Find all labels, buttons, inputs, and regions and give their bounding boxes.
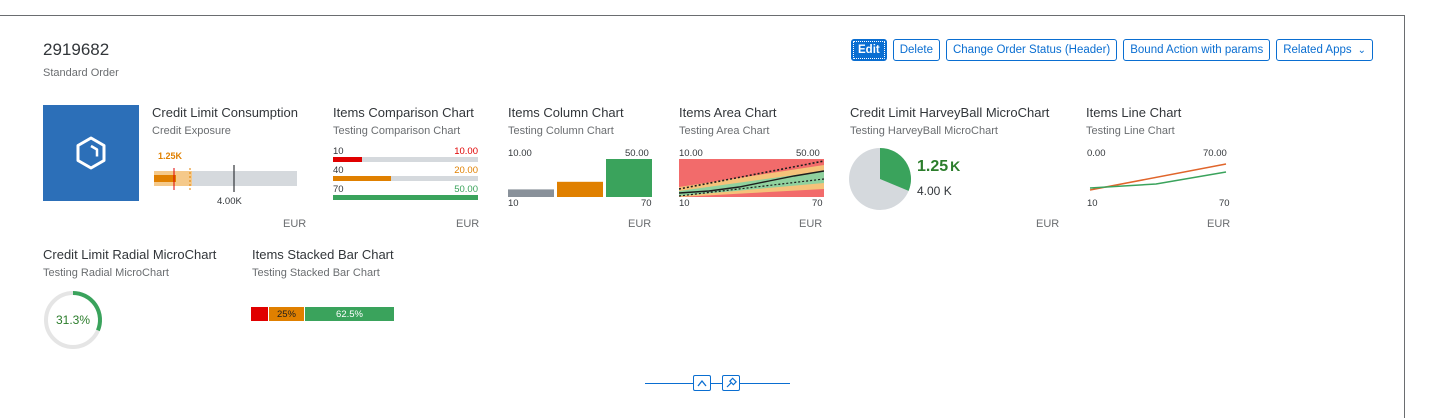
- radial-value: 31.3%: [55, 313, 91, 327]
- card-subtitle: Testing Radial MicroChart: [43, 267, 169, 279]
- column-top-right: 50.00: [625, 148, 649, 159]
- line-chart: [1089, 163, 1227, 191]
- credit-limit-unit: EUR: [283, 218, 307, 230]
- credit-limit-actual-bar: [154, 175, 176, 182]
- bound-action-button[interactable]: Bound Action with params: [1123, 39, 1271, 61]
- comparison-rows: 10 10.00 40 20.00 70 50.00: [333, 146, 478, 203]
- comparison-row-bar: [333, 195, 478, 200]
- comparison-row-value: 20.00: [454, 165, 478, 176]
- card-title: Items Area Chart: [679, 105, 777, 120]
- card-subtitle: Testing Comparison Chart: [333, 125, 461, 137]
- pin-header-button[interactable]: [722, 375, 740, 391]
- card-title: Items Line Chart: [1086, 105, 1182, 120]
- comparison-row-track: [333, 157, 478, 162]
- card-subtitle: Testing Line Chart: [1086, 125, 1175, 137]
- area-unit: EUR: [799, 218, 823, 230]
- area-top-right: 50.00: [796, 148, 820, 159]
- page-title: 2919682: [43, 40, 110, 59]
- area-top-left: 10.00: [679, 148, 703, 159]
- header-actions: Edit Delete Change Order Status (Header)…: [851, 39, 1374, 61]
- card-title: Items Column Chart: [508, 105, 624, 120]
- card-subtitle: Credit Exposure: [152, 125, 231, 137]
- header-divider: [0, 15, 1405, 16]
- related-apps-label: Related Apps: [1283, 44, 1352, 56]
- harvey-value: 1.25 K: [917, 158, 961, 175]
- page-subtitle: Standard Order: [43, 67, 119, 79]
- comparison-row-label: 70: [333, 184, 344, 195]
- card-stacked-bar[interactable]: Items Stacked Bar Chart Testing Stacked …: [252, 247, 394, 279]
- card-radial[interactable]: Credit Limit Radial MicroChart Testing R…: [43, 247, 216, 279]
- card-items-comparison[interactable]: Items Comparison Chart Testing Compariso…: [333, 105, 474, 137]
- column-chart: [508, 159, 652, 197]
- line-bottom-right: 70: [1219, 198, 1230, 209]
- column-bottom-left: 10: [508, 198, 519, 209]
- area-bottom-left: 10: [679, 198, 690, 209]
- line-bottom-left: 10: [1087, 198, 1098, 209]
- object-image: [43, 105, 139, 201]
- comparison-unit: EUR: [456, 218, 480, 230]
- card-subtitle: Testing Area Chart: [679, 125, 770, 137]
- scrollbar-edge: [1404, 15, 1405, 418]
- column-bottom-right: 70: [641, 198, 652, 209]
- comparison-row-bar: [333, 157, 362, 162]
- card-harvey-ball[interactable]: Credit Limit HarveyBall MicroChart Testi…: [850, 105, 1049, 137]
- card-subtitle: Testing Column Chart: [508, 125, 614, 137]
- header-collapse-divider: [645, 383, 790, 384]
- area-chart: [679, 159, 824, 197]
- card-title: Credit Limit Consumption: [152, 105, 298, 120]
- edit-button[interactable]: Edit: [851, 39, 887, 61]
- pin-icon: [726, 377, 737, 388]
- card-items-line[interactable]: Items Line Chart Testing Line Chart: [1086, 105, 1181, 137]
- comparison-row: 10 10.00: [333, 146, 478, 165]
- area-bottom-right: 70: [812, 198, 823, 209]
- comparison-row-bar: [333, 176, 391, 181]
- harvey-unit: EUR: [1036, 218, 1060, 230]
- chevron-down-icon: ⌄: [1357, 44, 1367, 56]
- change-order-status-button[interactable]: Change Order Status (Header): [945, 39, 1118, 61]
- card-items-column[interactable]: Items Column Chart Testing Column Chart: [508, 105, 624, 137]
- hexagon-icon: [76, 136, 106, 170]
- card-subtitle: Testing Stacked Bar Chart: [252, 267, 380, 279]
- comparison-row-value: 50.00: [454, 184, 478, 195]
- harvey-ball-chart: [849, 148, 911, 210]
- chevron-up-icon: [697, 379, 707, 387]
- line-top-left: 0.00: [1087, 148, 1106, 159]
- card-title: Credit Limit HarveyBall MicroChart: [850, 105, 1050, 120]
- comparison-row: 40 20.00: [333, 165, 478, 184]
- line-top-right: 70.00: [1203, 148, 1227, 159]
- column-bar: [508, 189, 554, 197]
- card-title: Credit Limit Radial MicroChart: [43, 247, 217, 262]
- comparison-row-track: [333, 176, 478, 181]
- card-items-area[interactable]: Items Area Chart Testing Area Chart: [679, 105, 777, 137]
- stacked-bar-segment: [251, 307, 269, 321]
- card-title: Items Comparison Chart: [333, 105, 474, 120]
- delete-button[interactable]: Delete: [892, 39, 940, 61]
- comparison-row-label: 40: [333, 165, 344, 176]
- line-unit: EUR: [1207, 218, 1231, 230]
- card-credit-limit[interactable]: Credit Limit Consumption Credit Exposure: [152, 105, 298, 137]
- comparison-row-track: [333, 195, 478, 200]
- column-top-left: 10.00: [508, 148, 532, 159]
- harvey-total: 4.00 K: [917, 184, 952, 198]
- stacked-bar-segment: 25%: [269, 307, 305, 321]
- stacked-bar-segment: 62.5%: [305, 307, 395, 321]
- column-bar: [557, 181, 603, 197]
- comparison-chart: 10 10.00 40 20.00 70 50.00: [333, 146, 478, 203]
- comparison-row-value: 10.00: [454, 146, 478, 157]
- related-apps-button[interactable]: Related Apps ⌄: [1276, 39, 1374, 61]
- card-title: Items Stacked Bar Chart: [252, 247, 394, 262]
- column-unit: EUR: [628, 218, 652, 230]
- collapse-header-button[interactable]: [693, 375, 711, 391]
- comparison-row: 70 50.00: [333, 184, 478, 203]
- comparison-row-label: 10: [333, 146, 344, 157]
- credit-limit-target-label: 4.00K: [217, 196, 242, 207]
- column-bar: [606, 159, 652, 197]
- credit-limit-bullet-chart: [154, 165, 297, 192]
- card-subtitle: Testing HarveyBall MicroChart: [850, 125, 998, 137]
- stacked-bar-chart: 25% 62.5%: [251, 307, 395, 321]
